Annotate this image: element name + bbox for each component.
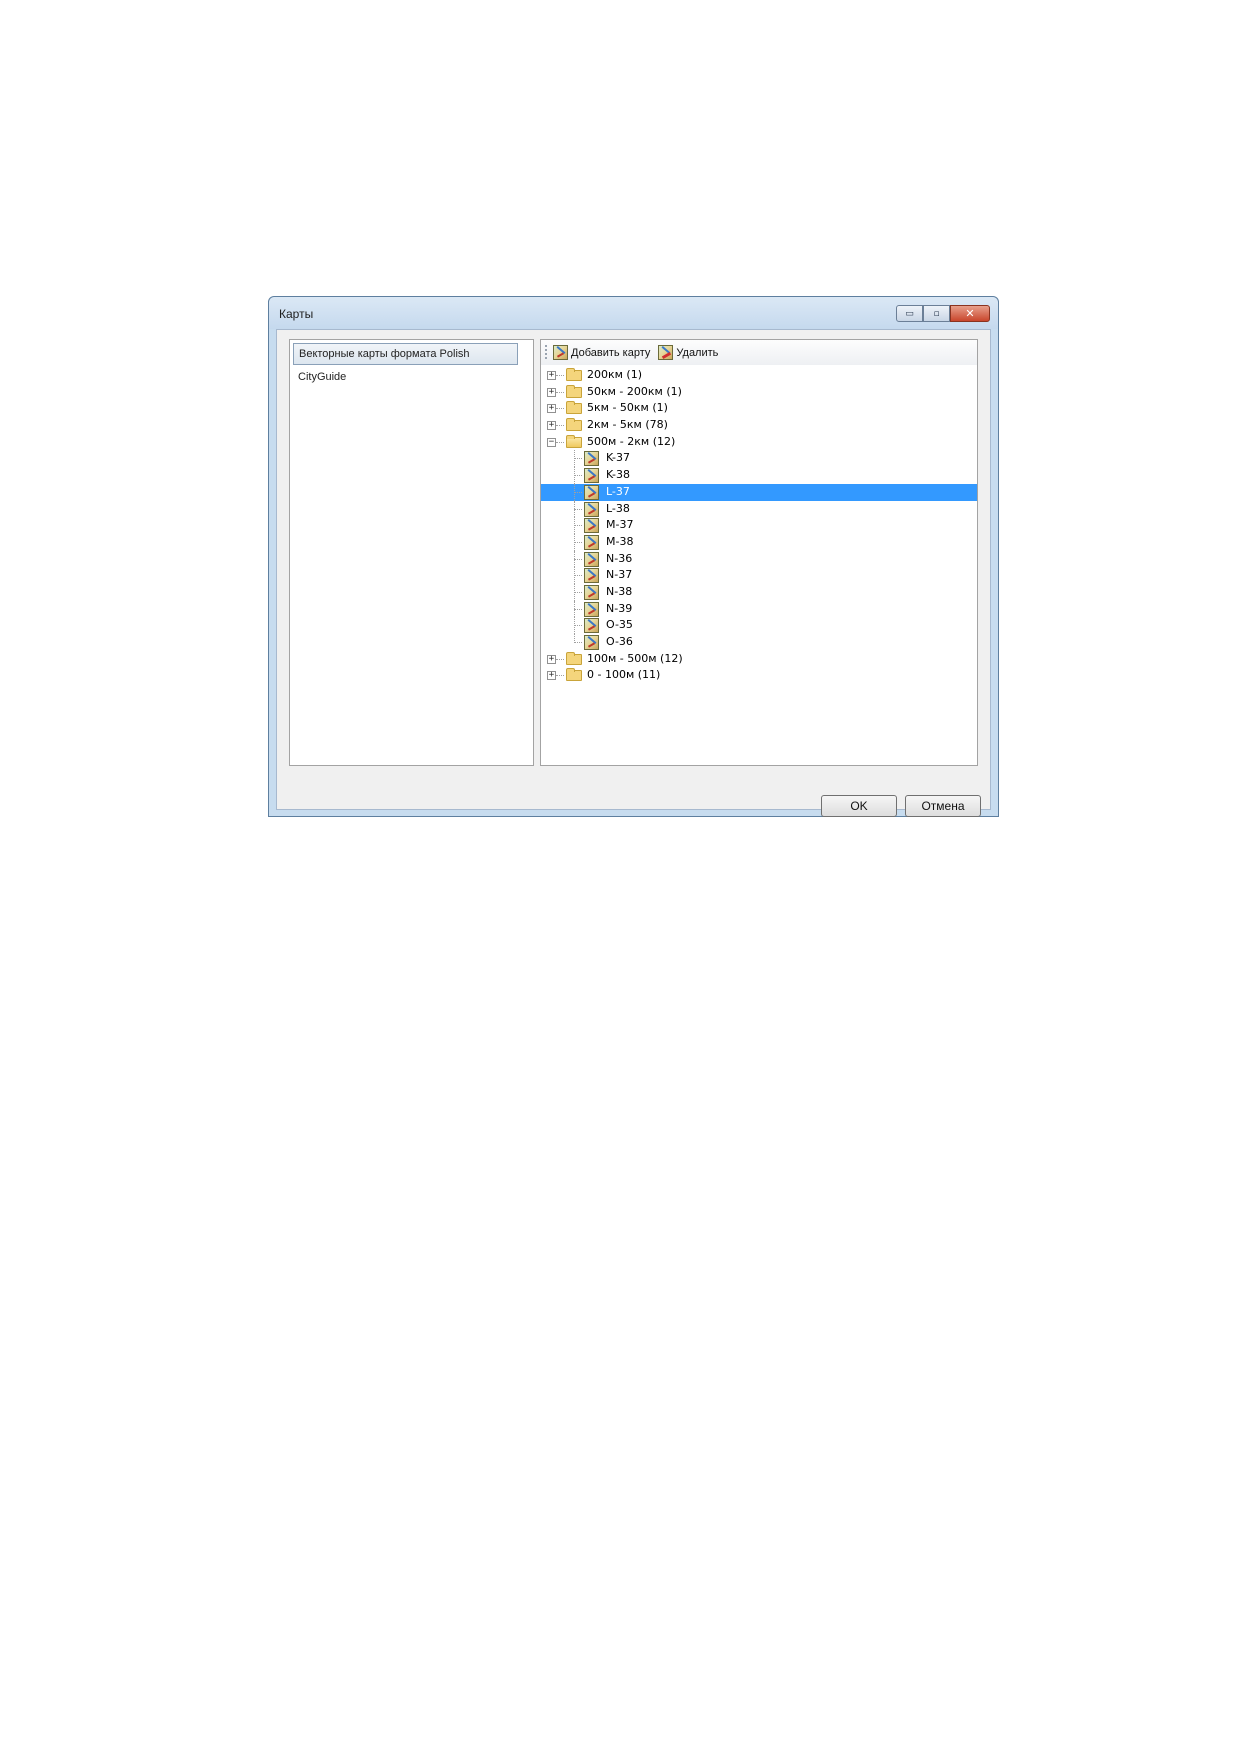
tree-item-map[interactable]: K-38 <box>541 467 977 484</box>
dialog-client-area: Векторные карты формата Polish CityGuide… <box>276 329 991 817</box>
tree-group[interactable]: +5км - 50км (1) <box>541 400 977 417</box>
expand-icon[interactable]: + <box>547 654 556 664</box>
folder-icon <box>566 668 582 682</box>
expand-icon[interactable]: + <box>547 371 556 380</box>
title-bar[interactable]: Карты ▭ ▫ ✕ <box>269 297 998 329</box>
minimize-icon: ▭ <box>905 308 914 319</box>
delete-map-label: Удалить <box>676 346 719 359</box>
maximize-icon: ▫ <box>933 308 940 319</box>
expand-icon[interactable]: + <box>547 421 556 431</box>
map-label: N-36 <box>606 551 633 565</box>
map-file-icon <box>584 484 599 500</box>
close-icon: ✕ <box>965 307 975 320</box>
close-button[interactable]: ✕ <box>950 305 990 322</box>
add-map-label: Добавить карту <box>571 346 651 359</box>
tree-item-map[interactable]: M-37 <box>541 517 977 534</box>
map-label: N-39 <box>606 601 633 615</box>
map-label: M-38 <box>606 534 634 548</box>
cancel-button[interactable]: Отмена <box>905 795 981 817</box>
delete-map-icon <box>658 345 674 360</box>
tree-item-map[interactable]: M-38 <box>541 533 977 551</box>
group-label: 50км - 200км (1) <box>587 384 682 398</box>
map-file-icon <box>584 551 599 567</box>
group-label: 100м - 500м (12) <box>587 651 683 665</box>
map-file-icon <box>584 618 599 634</box>
add-map-icon <box>553 345 568 360</box>
ok-button[interactable]: OK <box>821 795 897 817</box>
map-file-icon <box>584 518 599 534</box>
group-label: 2км - 5км (78) <box>587 418 668 432</box>
map-format-list: Векторные карты формата Polish CityGuide <box>289 339 534 766</box>
expand-icon[interactable]: + <box>547 404 556 414</box>
tree-group[interactable]: +50км - 200км (1) <box>541 384 977 401</box>
map-label: O-36 <box>606 635 633 648</box>
map-file-icon <box>584 568 599 584</box>
maps-dialog: Карты ▭ ▫ ✕ Векторные карты формата Poli… <box>268 296 999 817</box>
folder-icon <box>566 401 582 415</box>
folder-icon <box>566 384 582 398</box>
add-map-button[interactable]: Добавить карту <box>553 345 650 360</box>
group-label: 200км (1) <box>587 368 643 381</box>
expand-icon[interactable]: + <box>547 387 556 397</box>
delete-map-button[interactable]: Удалить <box>658 345 718 360</box>
map-file-icon <box>584 468 599 484</box>
tree-item-map[interactable]: N-36 <box>541 550 977 568</box>
tree-group[interactable]: +2км - 5км (78) <box>541 417 977 434</box>
map-file-icon <box>584 635 599 650</box>
tree-item-map[interactable]: K-37 <box>541 450 977 468</box>
tree-toolbar: Добавить карту Удалить <box>541 340 977 365</box>
group-label: 0 - 100м (11) <box>587 668 661 682</box>
map-label: M-37 <box>606 518 634 532</box>
tree-item-map[interactable]: N-39 <box>541 600 977 618</box>
collapse-icon[interactable]: − <box>547 437 556 447</box>
map-label: L-38 <box>606 501 630 515</box>
folder-open-icon <box>566 434 582 448</box>
folder-icon <box>566 418 582 432</box>
tree-group[interactable]: +200км (1) <box>541 367 977 384</box>
tree-item-map[interactable]: N-37 <box>541 567 977 584</box>
tree-item-map[interactable]: O-35 <box>541 617 977 634</box>
list-item-cityguide[interactable]: CityGuide <box>293 366 346 388</box>
map-file-icon <box>584 584 599 600</box>
map-label: L-37 <box>606 484 630 498</box>
folder-icon <box>566 651 582 665</box>
map-tree-panel: Добавить карту Удалить +200км (1) +50км … <box>540 339 978 766</box>
group-label: 5км - 50км (1) <box>587 401 668 415</box>
window-title: Карты <box>279 307 314 321</box>
tree-group-expanded[interactable]: − 500м - 2км (12) <box>541 434 977 451</box>
map-file-icon <box>584 601 599 617</box>
map-file-icon <box>584 451 599 467</box>
map-label: N-37 <box>606 568 633 582</box>
tree-item-map[interactable]: N-38 <box>541 583 977 601</box>
toolbar-grip[interactable] <box>545 345 547 360</box>
tree-group[interactable]: +100м - 500м (12) <box>541 651 977 668</box>
map-file-icon <box>584 501 599 517</box>
tree-item-map-selected[interactable]: L-37 <box>541 483 977 501</box>
minimize-button[interactable]: ▭ <box>896 305 923 322</box>
tree-item-map[interactable]: L-38 <box>541 500 977 518</box>
map-label: O-35 <box>606 618 633 632</box>
tree-item-map[interactable]: O-36 <box>541 634 977 651</box>
group-label: 500м - 2км (12) <box>587 434 676 448</box>
list-item-polish[interactable]: Векторные карты формата Polish <box>293 343 518 365</box>
map-label: N-38 <box>606 584 633 598</box>
map-tree: +200км (1) +50км - 200км (1) +5км - 50км… <box>541 367 977 684</box>
maximize-button[interactable]: ▫ <box>923 305 950 322</box>
map-label: K-37 <box>606 451 631 465</box>
expand-icon[interactable]: + <box>547 671 556 681</box>
folder-icon <box>566 368 582 381</box>
window-controls: ▭ ▫ ✕ <box>896 305 990 322</box>
tree-group[interactable]: +0 - 100м (11) <box>541 667 977 684</box>
map-file-icon <box>584 534 599 550</box>
map-label: K-38 <box>606 468 631 482</box>
